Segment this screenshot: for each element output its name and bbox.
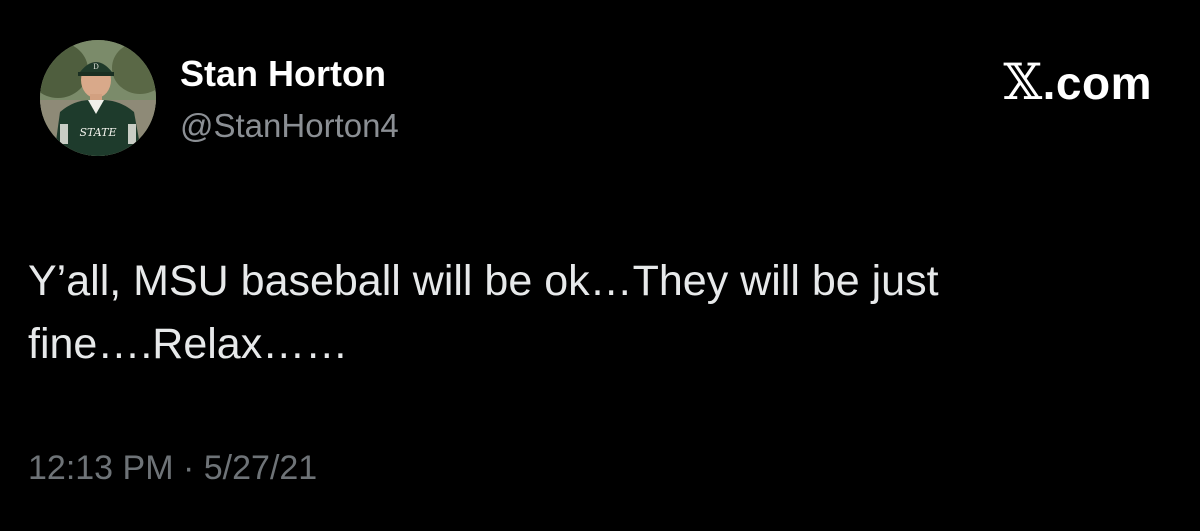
tweet-text: Y’all, MSU baseball will be ok…They will… — [28, 257, 939, 368]
author-handle[interactable]: @StanHorton4 — [180, 106, 399, 146]
author-name[interactable]: Stan Horton — [180, 52, 386, 96]
avatar-photo: D STATE — [40, 40, 156, 156]
brand-label: 𝕏.com — [1003, 56, 1152, 109]
tweet-card: D STATE Stan Horton @StanHorton4 𝕏.com Y… — [0, 0, 1200, 531]
avatar[interactable]: D STATE — [40, 40, 156, 156]
brand-domain: .com — [1042, 57, 1152, 109]
avatar-jersey-text: STATE — [80, 126, 117, 139]
meta-separator: · — [182, 449, 195, 487]
tweet-time: 12:13 PM — [28, 449, 174, 487]
x-logo-icon: 𝕏 — [1003, 53, 1043, 111]
tweet-timestamp[interactable]: 12:13 PM · 5/27/21 — [28, 448, 317, 488]
tweet-date: 5/27/21 — [203, 449, 318, 487]
svg-text:D: D — [93, 63, 99, 71]
